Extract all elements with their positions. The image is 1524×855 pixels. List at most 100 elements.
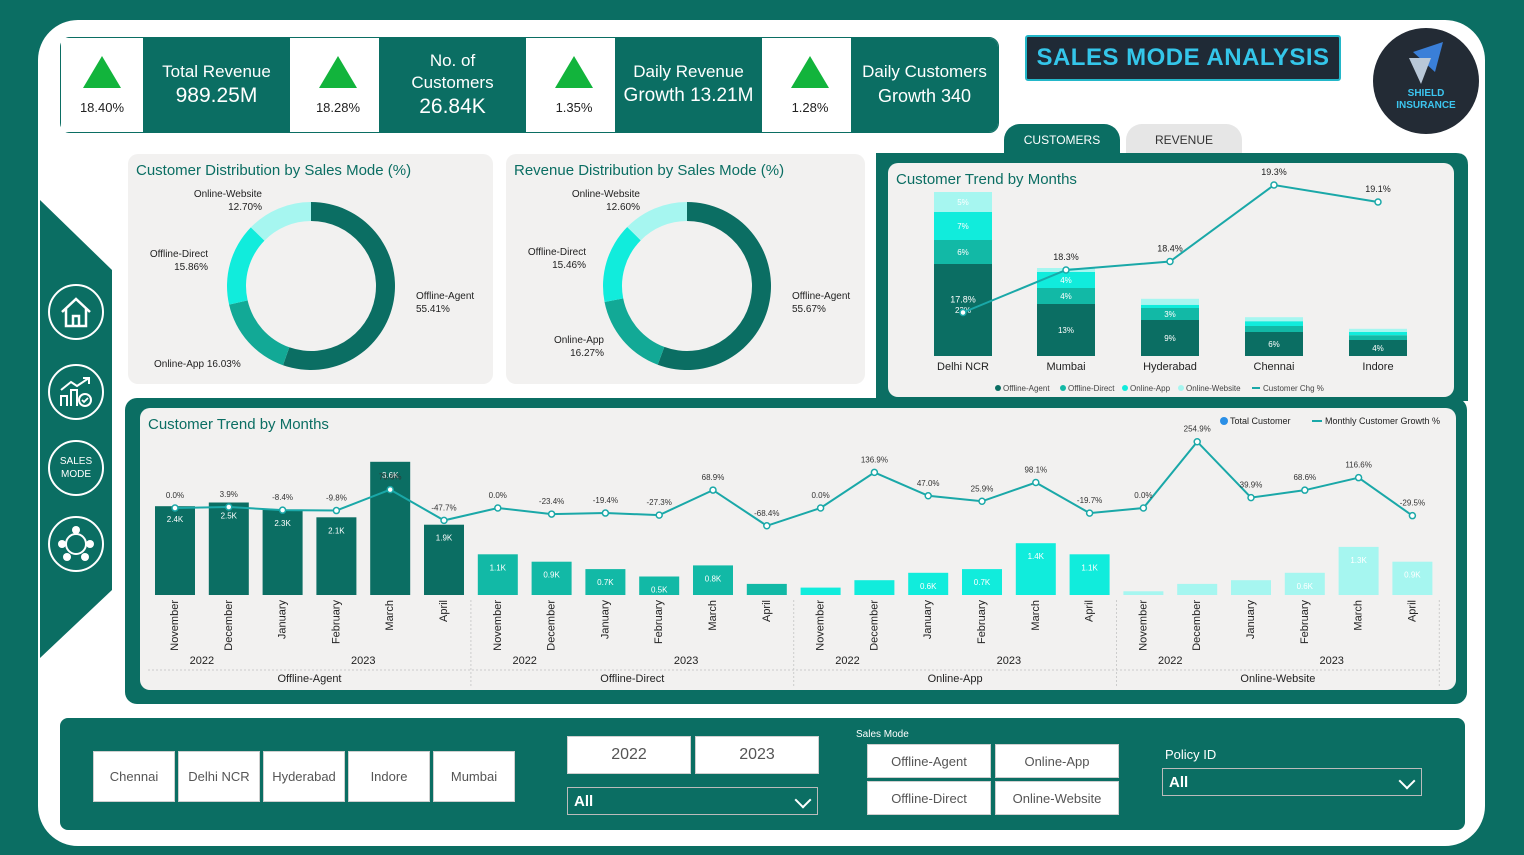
kpi-pct: 1.28% (791, 100, 829, 115)
year-label: 2022 (190, 655, 214, 667)
kpi-title: Total Revenue (162, 62, 271, 81)
bar-label: 0.6K (1297, 582, 1314, 591)
policy-id-label: Policy ID (1165, 747, 1217, 762)
bar-segment (1245, 317, 1303, 322)
month-label: December (223, 600, 235, 651)
legend-label: Customer Chg % (1263, 384, 1324, 393)
line-label: -8.4% (272, 493, 293, 502)
donut-slice-offline-direct (226, 227, 265, 305)
bar-label: 2.5K (221, 512, 238, 521)
legend-label: Monthly Customer Growth % (1325, 416, 1440, 426)
monthly-trend-card: Customer Trend by Months 2.4K November 2.5… (140, 408, 1456, 690)
month-label: November (1137, 600, 1149, 651)
shield-insurance-logo: SHIELD INSURANCE (1373, 28, 1479, 134)
city-trend-card: Customer Trend by Months 23%6%7%5%Delhi … (888, 163, 1454, 397)
year-select-dropdown[interactable]: All (567, 787, 818, 815)
sales-mode-online-app[interactable]: Online-App (995, 744, 1119, 778)
monthly-trend-chart: 2.4K November 2.5K December 2.3K January 2.1K F… (148, 416, 1440, 686)
nav-sales-mode-button[interactable]: SALES MODE (48, 440, 104, 496)
year-label: 2023 (674, 655, 698, 667)
line-point (655, 511, 663, 519)
kpi-customers: 18.28% No. of Customers 26.84K (297, 38, 533, 132)
nav-home-button[interactable] (48, 284, 104, 340)
month-label: April (438, 600, 450, 622)
customer-distribution-card: Customer Distribution by Sales Mode (%) … (128, 154, 493, 384)
bar-segment (1141, 304, 1199, 308)
city-filter-delhi-ncr[interactable]: Delhi NCR (178, 751, 260, 802)
bar-segment (1245, 326, 1303, 332)
donut-label-online-app: Online-App 16.03% (154, 359, 241, 370)
month-label: March (384, 600, 396, 631)
nav-team-button[interactable] (48, 516, 104, 572)
bar-label: 6% (957, 248, 969, 257)
year-filter-2023[interactable]: 2023 (695, 736, 819, 774)
bar (854, 580, 895, 595)
line-label: 116.6% (1345, 461, 1372, 470)
city-filter-chennai[interactable]: Chennai (93, 751, 175, 802)
city-trend-chart: 23%6%7%5%Delhi NCR13%4%4%Mumbai9%3%Hyder… (934, 167, 1407, 393)
line-label: 47.0% (917, 479, 940, 488)
bar (1338, 546, 1379, 595)
year-label: 2023 (1319, 655, 1343, 667)
tab-revenue[interactable]: REVENUE (1126, 124, 1242, 156)
team-icon (58, 526, 94, 561)
nav-analytics-button[interactable] (48, 364, 104, 420)
legend-marker (1060, 385, 1066, 391)
sidenav-panel (40, 200, 112, 658)
month-label: January (1245, 600, 1257, 640)
x-tick-label: Mumbai (1046, 361, 1085, 373)
bar (477, 554, 518, 595)
x-tick-label: Hyderabad (1143, 361, 1197, 373)
year-label: 2022 (1158, 655, 1182, 667)
year-label: 2023 (351, 655, 375, 667)
line-point (978, 497, 986, 506)
city-filter-indore[interactable]: Indore (348, 751, 430, 802)
sales-mode-label: Sales Mode (856, 729, 909, 740)
bar-label: 2.3K (274, 519, 291, 528)
legend-label: Total Customer (1230, 416, 1291, 426)
bar-label: 1.1K (490, 563, 507, 572)
policy-id-dropdown[interactable]: All (1162, 768, 1422, 796)
sales-mode-offline-agent[interactable]: Offline-Agent (867, 744, 991, 778)
line-label: 25.9% (971, 484, 994, 493)
donut-label-online-app: Online-App 16.27% (553, 335, 604, 359)
line-label: 70.6% (379, 473, 402, 482)
shield-icon (1409, 42, 1443, 84)
bar-label: 1.1K (1081, 563, 1098, 572)
bar-label: 1.3K (1350, 556, 1367, 565)
month-label: November (815, 600, 827, 651)
bar (1123, 591, 1164, 595)
line-label: 68.9% (702, 473, 725, 482)
line-label: 0.0% (1134, 491, 1152, 500)
month-label: April (761, 600, 773, 622)
sales-mode-online-website[interactable]: Online-Website (995, 781, 1119, 815)
bar (1015, 543, 1056, 595)
legend-label: Online-App (1130, 384, 1171, 393)
chevron-down-icon (1398, 772, 1416, 790)
bar-segment (1349, 335, 1407, 340)
year-filter-2022[interactable]: 2022 (567, 736, 691, 774)
bar-label: 5% (957, 198, 969, 207)
line-point (870, 468, 879, 477)
city-filter-hyderabad[interactable]: Hyderabad (263, 751, 345, 802)
sales-mode-offline-direct[interactable]: Offline-Direct (867, 781, 991, 815)
line-point (1301, 486, 1309, 494)
line-label: 98.1% (1024, 465, 1047, 474)
bar (1069, 554, 1110, 595)
bar-label: 7% (957, 222, 969, 231)
line-label: 19.1% (1365, 184, 1391, 194)
donut-slice-offline-agent (282, 202, 396, 370)
donut-label-online-website: Online-Website 12.60% (571, 189, 640, 213)
kpi-pct: 18.40% (79, 100, 125, 115)
chevron-down-icon (794, 791, 812, 809)
line-point (1032, 478, 1040, 487)
kpi-daily-revenue: 1.35% Daily Revenue Growth 13.21M (533, 38, 769, 132)
x-tick-label: Indore (1362, 361, 1393, 373)
donut-slice-offline-direct (603, 226, 641, 303)
tab-customers[interactable]: CUSTOMERS (1004, 124, 1120, 156)
line-point (1166, 257, 1174, 266)
city-filter-mumbai[interactable]: Mumbai (433, 751, 515, 802)
line-point (601, 509, 610, 517)
bar-label: 1.9K (436, 534, 453, 543)
line-label: -27.3% (647, 498, 672, 507)
